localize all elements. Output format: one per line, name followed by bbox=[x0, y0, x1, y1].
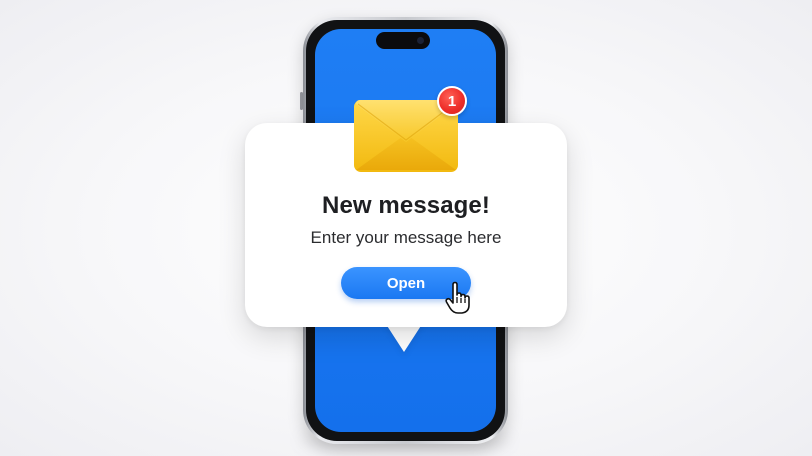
notification-subtitle: Enter your message here bbox=[310, 228, 502, 247]
front-camera-icon bbox=[417, 37, 424, 44]
dynamic-island bbox=[376, 32, 430, 49]
unread-count-badge: 1 bbox=[437, 86, 467, 116]
hand-pointer-icon bbox=[445, 281, 470, 314]
notification-title: New message! bbox=[322, 192, 490, 219]
illustration: 1 New message! Enter your message here O… bbox=[0, 0, 812, 456]
